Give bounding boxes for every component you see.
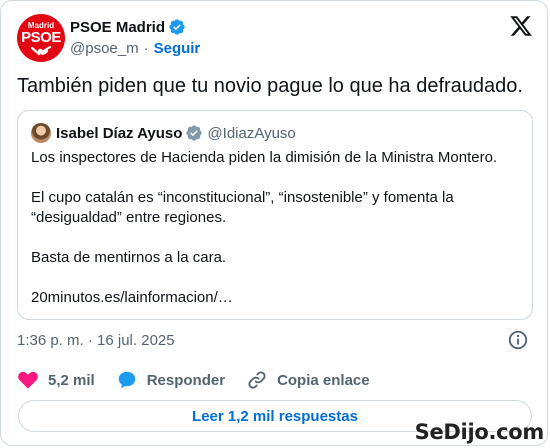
quoted-author-handle: @IdiazAyuso [207, 124, 296, 142]
author-avatar[interactable]: Madrid PSOE [17, 14, 65, 62]
verified-badge-icon [186, 125, 203, 141]
quoted-tweet-body: Los inspectores de Hacienda piden la dim… [31, 148, 521, 308]
like-count: 5,2 mil [48, 371, 95, 389]
copy-link-button[interactable]: Copia enlace [246, 369, 370, 391]
link-icon [248, 371, 266, 389]
tweet-text: También piden que tu novio pague lo que … [17, 75, 523, 97]
quoted-paragraph: El cupo catalán es “inconstitucional”, “… [31, 189, 454, 226]
author-info: PSOE Madrid @psoe_m · Seguir [70, 17, 200, 58]
watermark: SeDijo.com [414, 420, 545, 444]
verified-badge-icon [169, 19, 185, 35]
like-button[interactable]: 5,2 mil [17, 369, 95, 391]
tweet-header: Madrid PSOE PSOE Madrid @psoe_m · Seguir [17, 14, 535, 62]
quoted-paragraph: Basta de mentirnos a la cara. [31, 249, 227, 266]
reply-button[interactable]: Responder [116, 369, 225, 391]
quoted-tweet[interactable]: Isabel Díaz Ayuso @IdiazAyuso Los inspec… [17, 110, 533, 320]
author-name[interactable]: PSOE Madrid [70, 19, 165, 36]
tweet-card: Madrid PSOE PSOE Madrid @psoe_m · Seguir [0, 0, 548, 446]
heart-icon [18, 371, 38, 389]
quoted-author-avatar [31, 123, 51, 143]
author-handle[interactable]: @psoe_m [70, 40, 139, 57]
quoted-link[interactable]: 20minutos.es/lainformacion/… [31, 288, 521, 308]
copy-link-label: Copia enlace [277, 371, 370, 389]
psoe-rose-logo-icon [30, 46, 52, 56]
follow-button[interactable]: Seguir [154, 40, 201, 57]
read-replies-label: Leer 1,2 mil respuestas [192, 407, 358, 425]
reply-icon [118, 371, 135, 389]
quoted-tweet-header: Isabel Díaz Ayuso @IdiazAyuso [31, 123, 296, 143]
timestamp-text: 1:36 p. m. · 16 jul. 2025 [17, 331, 175, 349]
x-logo-icon[interactable] [509, 14, 533, 38]
avatar-text-psoe: PSOE [21, 29, 61, 46]
quoted-paragraph: Los inspectores de Hacienda piden la dim… [31, 149, 498, 166]
tweet-actions: 5,2 mil Responder Copia enlace [17, 369, 391, 391]
quoted-author-name: Isabel Díaz Ayuso [56, 124, 183, 142]
handle-separator: · [143, 39, 149, 57]
info-icon[interactable] [507, 329, 529, 351]
reply-label: Responder [146, 371, 226, 389]
tweet-timestamp[interactable]: 1:36 p. m. · 16 jul. 2025 [17, 330, 175, 350]
